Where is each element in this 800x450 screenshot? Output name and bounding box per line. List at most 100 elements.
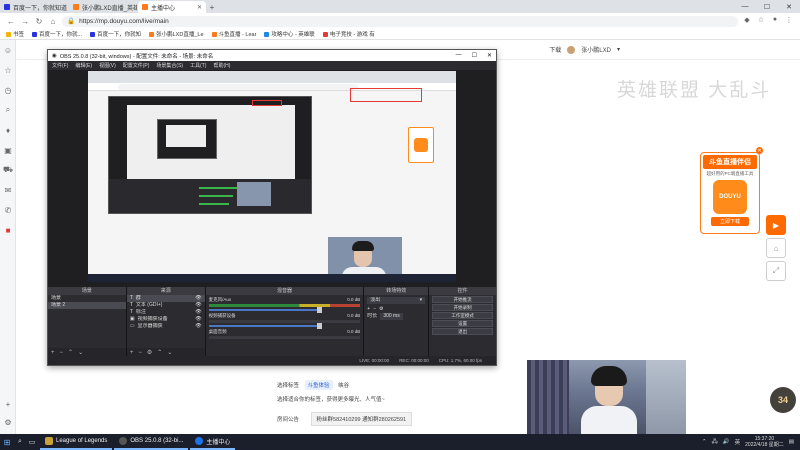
bookmark-item[interactable]: 百度一下，你就知 — [90, 30, 141, 38]
studio-mode-button[interactable]: 工作室模式 — [432, 312, 493, 319]
forward-icon[interactable]: → — [20, 17, 30, 26]
bookmark-item[interactable]: 斗鱼直播 - Lear — [211, 30, 256, 38]
sidebar-game-icon[interactable]: ♦ — [0, 120, 16, 140]
sidebar-history-icon[interactable]: ◷ — [0, 80, 16, 100]
sidebar-add-icon[interactable]: + — [0, 394, 16, 414]
volume-slider[interactable] — [208, 307, 323, 313]
source-item[interactable]: ▭ 显示器捕获 👁 — [127, 323, 205, 330]
search-icon[interactable]: ⌕ — [14, 438, 26, 446]
obs-preview-canvas[interactable] — [88, 71, 456, 282]
browser-tab[interactable]: 张小鹏LXD直播_英雄联盟直播_斗鱼 ✕ — [69, 1, 137, 13]
reload-icon[interactable]: ↻ — [34, 17, 44, 26]
notice-input[interactable]: 粉丝群582410299 通知群280262591 — [310, 412, 413, 426]
source-item[interactable]: ▣ 视频捕获设备 👁 — [127, 316, 205, 323]
source-item[interactable]: T 标注 👁 — [127, 309, 205, 316]
sidebar-app-icon[interactable]: ■ — [0, 220, 16, 240]
duration-input[interactable]: 300 ms — [380, 313, 403, 320]
gear-icon[interactable]: ⚙ — [379, 306, 383, 313]
bookmark-item[interactable]: 书签 — [6, 30, 24, 38]
sidebar-chat-icon[interactable]: ✉ — [0, 180, 16, 200]
move-down-icon[interactable]: ⌄ — [167, 349, 172, 356]
profile-icon[interactable]: ● — [770, 16, 780, 26]
close-icon[interactable]: ✕ — [197, 4, 202, 11]
exit-button[interactable]: 退出 — [432, 328, 493, 335]
settings-button[interactable]: 设置 — [432, 320, 493, 327]
scene-item[interactable]: 场景 — [48, 295, 126, 302]
menu-help[interactable]: 帮助(H) — [213, 62, 230, 69]
source-item[interactable]: T 文本 (GDI+) 👁 — [127, 302, 205, 309]
obs-companion-ad[interactable]: ✕ 斗鱼直播伴侣 超好用的PC端直播工具 DOUYU 立即下载 — [700, 147, 763, 234]
eye-icon[interactable]: 👁 — [195, 309, 201, 316]
bookmark-item[interactable]: 电子竞技 - 游戏 有 — [322, 30, 375, 38]
menu-icon[interactable]: ⋮ — [784, 16, 794, 26]
home-icon[interactable]: ⌂ — [48, 17, 58, 26]
close-window-icon[interactable]: ✕ — [778, 0, 800, 13]
play-icon[interactable]: ▶ — [766, 215, 786, 235]
eye-icon[interactable]: 👁 — [195, 323, 201, 330]
avatar[interactable] — [567, 45, 576, 54]
ime-indicator[interactable]: 英 — [735, 438, 741, 446]
download-link[interactable]: 下载 — [549, 45, 561, 54]
menu-edit[interactable]: 编辑(E) — [75, 62, 92, 69]
clock[interactable]: 15:37:20 2022/4/18 星期二 — [745, 436, 784, 448]
start-recording-button[interactable]: 开始录制 — [432, 304, 493, 311]
close-icon[interactable]: ✕ — [756, 147, 763, 154]
back-icon[interactable]: ← — [6, 17, 16, 26]
sidebar-bookmark-icon[interactable]: ☆ — [0, 60, 16, 80]
taskbar-app[interactable]: 主播中心 — [190, 434, 236, 450]
extension-icon[interactable]: ◆ — [742, 16, 752, 26]
sidebar-store-icon[interactable]: ▣ — [0, 140, 16, 160]
menu-view[interactable]: 视图(V) — [99, 62, 116, 69]
volume-slider[interactable] — [208, 323, 323, 329]
eye-icon[interactable]: 👁 — [195, 302, 201, 309]
remove-icon[interactable]: − — [138, 350, 142, 356]
sidebar-cart-icon[interactable]: ⛟ — [0, 160, 16, 180]
user-name[interactable]: 张小鹏LXD — [581, 45, 611, 54]
sidebar-settings-icon[interactable]: ⚙ — [0, 412, 16, 432]
browser-tab[interactable]: 百度一下，你就知道 ✕ — [0, 1, 68, 13]
start-streaming-button[interactable]: 开始推流 — [432, 296, 493, 303]
ad-download-button[interactable]: 立即下载 — [711, 217, 749, 226]
eye-icon[interactable]: 👁 — [195, 295, 201, 302]
maximize-icon[interactable]: ☐ — [472, 52, 477, 59]
volume-icon[interactable]: 🔊 — [723, 439, 730, 445]
scene-item-selected[interactable]: 场景 2 — [48, 302, 126, 309]
task-view-icon[interactable]: ▭ — [26, 438, 38, 446]
maximize-icon[interactable]: ☐ — [756, 0, 778, 13]
notification-icon[interactable]: ▤ — [789, 439, 794, 445]
bookmark-item[interactable]: 攻略中心 - 英雄联 — [264, 30, 315, 38]
fullscreen-icon[interactable]: ⤢ — [766, 261, 786, 281]
source-item[interactable]: T 群 👁 — [126, 295, 205, 302]
star-icon[interactable]: ☆ — [756, 16, 766, 26]
minimize-icon[interactable]: — — [734, 0, 756, 13]
menu-tools[interactable]: 工具(T) — [190, 62, 206, 69]
tag-chip-secondary[interactable]: 峡谷 — [338, 383, 349, 389]
menu-file[interactable]: 文件(F) — [52, 62, 68, 69]
sidebar-search-icon[interactable]: ⌕ — [0, 100, 16, 120]
sidebar-user-icon[interactable]: ☺ — [0, 40, 16, 60]
minimize-icon[interactable]: — — [456, 52, 462, 59]
taskbar-app[interactable]: League of Legends — [40, 434, 113, 450]
close-window-icon[interactable]: ✕ — [487, 52, 492, 59]
move-up-icon[interactable]: ⌃ — [157, 349, 162, 356]
tray-chevron-icon[interactable]: ⌃ — [702, 439, 707, 445]
move-down-icon[interactable]: ⌄ — [78, 349, 83, 356]
browser-tab-active[interactable]: 主播中心 ✕ — [138, 1, 206, 13]
url-input[interactable]: 🔒 https://mp.douyu.com/live/main — [62, 15, 738, 27]
gear-icon[interactable]: ⚙ — [147, 349, 152, 356]
taskbar-app[interactable]: OBS 25.0.8 (32-bi... — [114, 434, 189, 450]
tag-chip[interactable]: 斗鱼体验 — [304, 380, 333, 390]
sidebar-mail-icon[interactable]: ✆ — [0, 200, 16, 220]
add-icon[interactable]: + — [130, 350, 134, 356]
remove-icon[interactable]: − — [373, 306, 376, 313]
bookmark-item[interactable]: 张小鹏LXD直播_Le — [149, 30, 204, 38]
menu-scene-collection[interactable]: 场景集合(S) — [156, 62, 183, 69]
chevron-down-icon[interactable]: ▾ — [617, 46, 620, 53]
bookmark-item[interactable]: 百度一下，你就... — [32, 30, 82, 38]
add-icon[interactable]: + — [367, 306, 370, 313]
count-badge[interactable]: 34 — [770, 387, 796, 413]
remove-icon[interactable]: − — [60, 350, 64, 356]
transition-select[interactable]: 淡出 ▾ — [367, 297, 426, 304]
move-up-icon[interactable]: ⌃ — [68, 349, 73, 356]
new-tab-button[interactable]: + — [207, 1, 217, 13]
